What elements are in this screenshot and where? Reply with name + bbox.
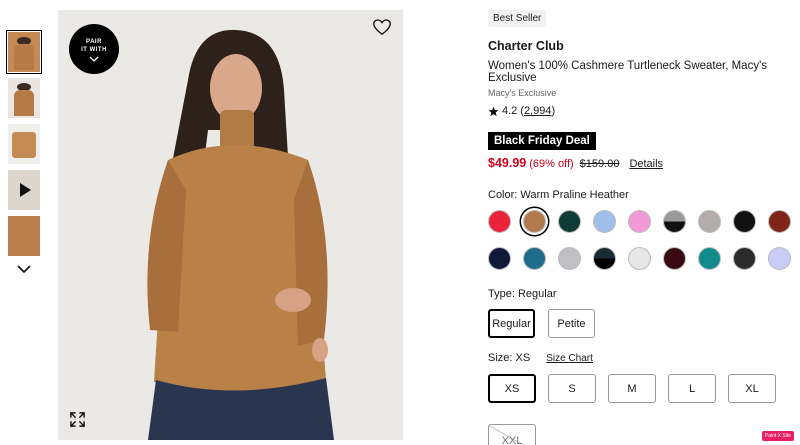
size-xl-button[interactable]: XL [728,374,776,403]
color-swatches [488,210,800,270]
color-swatch[interactable] [663,210,686,233]
price-row: $49.99 (69% off) $159.00 Details [488,156,800,170]
rating-row[interactable]: 4.2 (2,994) [488,105,800,117]
color-swatch[interactable] [698,210,721,233]
color-swatch[interactable] [593,210,616,233]
model-photo [58,10,403,440]
size-s-button[interactable]: S [548,374,596,403]
color-swatch[interactable] [768,247,791,270]
size-m-button[interactable]: M [608,374,656,403]
chevron-down-icon [89,56,99,62]
thumbnail-3[interactable] [8,124,40,164]
details-link[interactable]: Details [629,158,663,170]
color-swatch[interactable] [698,247,721,270]
expand-icon[interactable] [69,411,86,428]
product-title: Women's 100% Cashmere Turtleneck Sweater… [488,60,768,84]
thumbnail-1[interactable] [6,30,42,74]
pair-label-2: IT WITH [81,47,107,53]
color-swatch[interactable] [733,247,756,270]
color-swatch[interactable] [593,247,616,270]
thumbnail-strip [6,30,42,262]
color-swatch[interactable] [523,210,546,233]
color-swatch[interactable] [768,210,791,233]
color-swatch[interactable] [663,247,686,270]
size-chart-link[interactable]: Size Chart [546,353,593,364]
size-header: Size: XS Size Chart [488,352,800,364]
pair-label-1: PAIR [86,39,102,45]
color-swatch[interactable] [733,210,756,233]
thumbnail-5[interactable] [8,216,40,256]
rating-value: 4.2 [502,105,518,117]
size-label: Size: XS [488,352,531,364]
type-options: Regular Petite [488,309,800,338]
review-count-link[interactable]: 2,994 [524,105,552,117]
best-seller-badge: Best Seller [488,10,547,27]
exclusive-label: Macy's Exclusive [488,88,557,98]
color-swatch[interactable] [558,210,581,233]
size-l-button[interactable]: L [668,374,716,403]
discount-percent: (69% off) [529,158,574,170]
star-icon [488,106,499,116]
thumbnail-video[interactable] [8,170,40,210]
color-swatch[interactable] [628,247,651,270]
sale-price: $49.99 [488,156,527,170]
color-swatch[interactable] [488,210,511,233]
thumbnail-2[interactable] [8,78,40,118]
size-options: XS S M L XL [488,374,800,403]
product-info-panel: Best Seller Charter Club Women's 100% Ca… [488,8,800,403]
chevron-down-icon[interactable] [16,262,32,276]
original-price: $159.00 [579,158,620,170]
size-xxl-button[interactable]: XXL [488,424,536,445]
color-swatch[interactable] [628,210,651,233]
color-swatch[interactable] [488,247,511,270]
heart-icon[interactable] [373,19,391,36]
floating-tag[interactable]: Paint X Site [761,431,794,441]
brand-name[interactable]: Charter Club [488,39,800,53]
color-swatch[interactable] [523,247,546,270]
pair-it-with-button[interactable]: PAIR IT WITH [69,24,119,74]
main-product-image[interactable]: PAIR IT WITH [58,10,403,440]
type-petite-button[interactable]: Petite [548,309,595,338]
color-label: Color: Warm Praline Heather [488,189,629,201]
color-swatch[interactable] [558,247,581,270]
size-xs-button[interactable]: XS [488,374,536,403]
deal-badge: Black Friday Deal [488,132,596,150]
type-regular-button[interactable]: Regular [488,309,535,338]
type-label: Type: Regular [488,288,557,300]
play-icon [20,183,31,197]
